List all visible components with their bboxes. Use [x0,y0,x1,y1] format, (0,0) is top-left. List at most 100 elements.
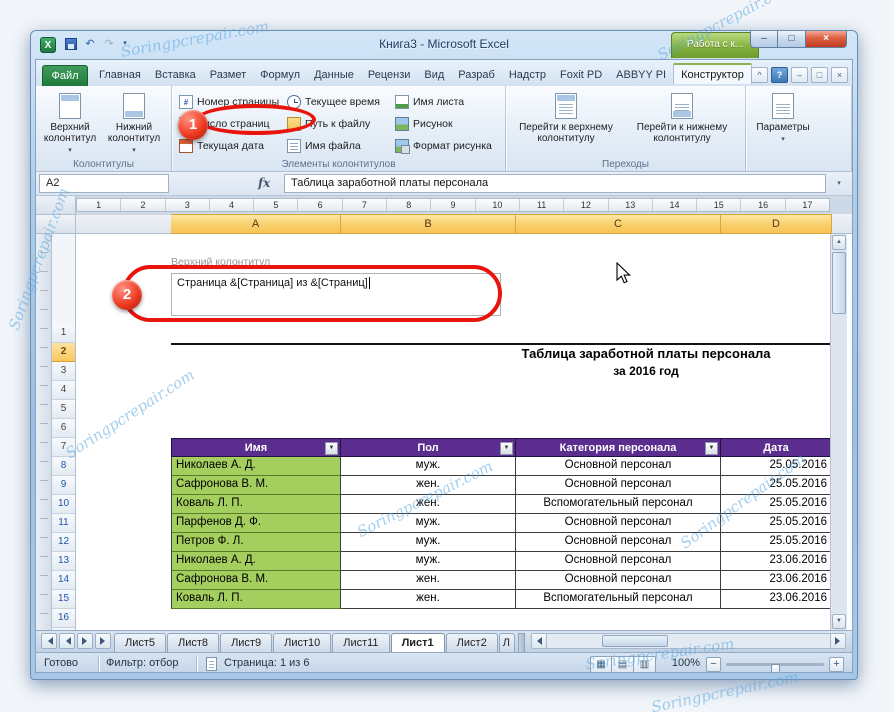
filter-dropdown-icon[interactable]: ▼ [325,442,338,455]
row-header-9[interactable]: 9 [52,476,75,495]
picture-button[interactable]: Рисунок [392,113,500,135]
tab-Конструктор[interactable]: Конструктор [673,63,752,84]
cell-gender[interactable]: муж. [341,457,516,476]
tab-ABBYY PI[interactable]: ABBYY PI [609,65,673,86]
filter-dropdown-icon[interactable]: ▼ [500,442,513,455]
row-header-3[interactable]: 3 [52,362,75,381]
tab-Надстр[interactable]: Надстр [502,65,553,86]
workbook-minimize-button[interactable]: – [791,67,808,83]
normal-view-button[interactable]: ▦ [590,656,612,672]
cell-gender[interactable]: муж. [341,533,516,552]
column-header-d[interactable]: D [721,214,832,234]
cell-name[interactable]: Петров Ф. Л. [171,533,341,552]
row-header-14[interactable]: 14 [52,571,75,590]
collapse-ribbon-button[interactable]: ^ [751,67,768,83]
page-layout-view-button[interactable]: ▤ [612,656,634,672]
row-header-5[interactable]: 5 [52,400,75,419]
sheet-tab-Лист9[interactable]: Лист9 [220,633,273,652]
last-sheet-button[interactable] [95,633,111,649]
minimize-button[interactable]: – [750,31,778,48]
cell-date[interactable]: 23.06.2016 [721,571,830,590]
cell-gender[interactable]: жен. [341,476,516,495]
table-title-cell[interactable]: Таблица заработной платы персонала [171,343,830,362]
vertical-scroll-thumb[interactable] [832,252,846,314]
format-picture-button[interactable]: Формат рисунка [392,135,500,157]
column-header-a[interactable]: A [171,214,341,234]
column-header-c[interactable]: C [516,214,721,234]
tab-Вставка[interactable]: Вставка [148,65,203,86]
cell-name[interactable]: Сафронова В. М. [171,571,341,590]
cell-gender[interactable]: жен. [341,590,516,609]
current-time-button[interactable]: Текущее время [284,91,392,113]
cell-date[interactable]: 25.05.2016 [721,457,830,476]
cell-gender[interactable]: жен. [341,495,516,514]
select-all-corner[interactable] [36,214,76,234]
row-header-12[interactable]: 12 [52,533,75,552]
scroll-down-icon[interactable]: ▼ [832,614,846,629]
sheet-tab-Л[interactable]: Л [498,633,515,652]
row-header-1[interactable]: 1 [52,324,75,343]
tab-Рецензи[interactable]: Рецензи [361,65,418,86]
cell-category[interactable]: Основной персонал [516,533,721,552]
formula-input[interactable]: Таблица заработной платы персонала [284,174,826,193]
tab-Данные[interactable]: Данные [307,65,361,86]
row-header-11[interactable]: 11 [52,514,75,533]
table-column-header[interactable]: Пол ▼ [341,438,516,457]
cell-category[interactable]: Основной персонал [516,514,721,533]
table-subtitle-cell[interactable]: за 2016 год [171,362,830,381]
vertical-scrollbar[interactable]: ▲ ▼ [830,234,847,630]
sheet-tab-Лист2[interactable]: Лист2 [445,633,498,652]
cell-name[interactable]: Сафронова В. М. [171,476,341,495]
tab-split-handle[interactable] [517,633,525,652]
page-break-view-button[interactable]: ▥ [634,656,656,672]
row-header-6[interactable]: 6 [52,419,75,438]
tab-Главная[interactable]: Главная [92,65,148,86]
cell-name[interactable]: Коваль Л. П. [171,495,341,514]
sheet-tab-Лист10[interactable]: Лист10 [273,633,332,652]
file-path-button[interactable]: Путь к файлу [284,113,392,135]
header-edit-box[interactable]: Страница &[Страница] из &[Страниц] [171,273,501,316]
file-name-button[interactable]: Имя файла [284,135,392,157]
insert-function-button[interactable]: fx [258,176,270,190]
cell-date[interactable]: 25.05.2016 [721,495,830,514]
sheet-tab-Лист11[interactable]: Лист11 [332,633,390,652]
zoom-slider-thumb[interactable] [771,664,780,672]
zoom-slider-track[interactable] [726,663,824,672]
tab-Формул[interactable]: Формул [253,65,307,86]
zoom-in-button[interactable]: + [829,657,844,672]
cell-name[interactable]: Николаев А. Д. [171,552,341,571]
close-button[interactable]: × [805,31,847,48]
sheet-tab-Лист8[interactable]: Лист8 [167,633,220,652]
tab-file[interactable]: Файл [42,65,88,86]
scroll-up-icon[interactable]: ▲ [832,235,846,250]
horizontal-scrollbar[interactable] [530,633,846,649]
cell-name[interactable]: Коваль Л. П. [171,590,341,609]
first-sheet-button[interactable] [41,633,57,649]
row-header-7[interactable]: 7 [52,438,75,457]
cell-category[interactable]: Основной персонал [516,457,721,476]
column-header-b[interactable]: B [341,214,516,234]
cell-category[interactable]: Основной персонал [516,476,721,495]
cell-date[interactable]: 25.05.2016 [721,476,830,495]
workbook-close-button[interactable]: × [831,67,848,83]
row-header-8[interactable]: 8 [52,457,75,476]
expand-formula-bar-icon[interactable]: ▾ [830,176,848,192]
cell-date[interactable]: 25.05.2016 [721,533,830,552]
cell-category[interactable]: Основной персонал [516,571,721,590]
cell-name[interactable]: Парфенов Д. Ф. [171,514,341,533]
tab-Размет[interactable]: Размет [203,65,253,86]
cell-date[interactable]: 23.06.2016 [721,590,830,609]
maximize-button[interactable]: □ [778,31,805,48]
cell-date[interactable]: 25.05.2016 [721,514,830,533]
cell-name[interactable]: Николаев А. Д. [171,457,341,476]
row-header-2[interactable]: 2 [52,343,75,362]
cell-gender[interactable]: муж. [341,552,516,571]
cell-category[interactable]: Основной персонал [516,552,721,571]
zoom-level[interactable]: 100% [672,657,700,669]
table-column-header[interactable]: Имя ▼ [171,438,341,457]
row-header-16[interactable]: 16 [52,609,75,628]
tab-Вид[interactable]: Вид [417,65,451,86]
sheet-name-button[interactable]: Имя листа [392,91,500,113]
row-header-13[interactable]: 13 [52,552,75,571]
row-header-15[interactable]: 15 [52,590,75,609]
